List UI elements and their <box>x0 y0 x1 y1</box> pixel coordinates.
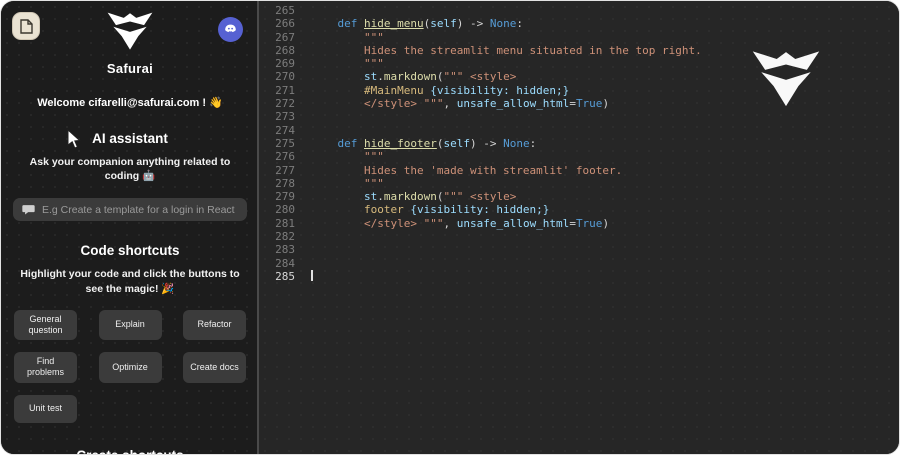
app-window: Safurai Welcome cifarelli@safurai.com ! … <box>0 0 900 455</box>
line-number[interactable]: 265 <box>265 4 295 17</box>
code-line[interactable]: 274 <box>265 124 899 137</box>
line-number[interactable]: 282 <box>265 230 295 243</box>
code-text: """ <box>311 57 384 70</box>
code-shortcuts-subtext: Highlight your code and click the button… <box>1 267 259 295</box>
shortcut-button-general-question[interactable]: General question <box>14 310 77 341</box>
prompt-input[interactable] <box>42 204 238 216</box>
code-editor[interactable]: 265266 def hide_menu(self) -> None:267 "… <box>259 1 899 454</box>
line-number[interactable]: 272 <box>265 97 295 110</box>
line-number[interactable]: 285 <box>265 270 295 283</box>
line-number[interactable]: 270 <box>265 70 295 83</box>
text-cursor <box>311 270 313 281</box>
safurai-sidebar: Safurai Welcome cifarelli@safurai.com ! … <box>1 1 259 454</box>
code-line[interactable]: 279 st.markdown(""" <style> <box>265 190 899 203</box>
shortcut-button-optimize[interactable]: Optimize <box>99 352 162 383</box>
line-number[interactable]: 267 <box>265 31 295 44</box>
code-line[interactable]: 281 </style> """, unsafe_allow_html=True… <box>265 217 899 230</box>
welcome-text: Welcome cifarelli@safurai.com ! 👋 <box>1 96 259 109</box>
code-line[interactable]: 276 """ <box>265 150 899 163</box>
code-text: Hides the 'made with streamlit' footer. <box>311 164 622 177</box>
code-text: </style> """, unsafe_allow_html=True) <box>311 97 609 110</box>
discord-icon <box>223 22 238 37</box>
prompt-input-container <box>13 198 247 221</box>
discord-button[interactable] <box>218 17 243 42</box>
line-number[interactable]: 274 <box>265 124 295 137</box>
code-line[interactable]: 282 <box>265 230 899 243</box>
line-number[interactable]: 279 <box>265 190 295 203</box>
chat-bubble-icon <box>22 204 35 216</box>
code-text: #MainMenu {visibility: hidden;} <box>311 84 569 97</box>
create-shortcuts-heading: Create shortcuts <box>1 448 259 454</box>
code-text: st.markdown(""" <style> <box>311 70 516 83</box>
line-number[interactable]: 271 <box>265 84 295 97</box>
code-line[interactable]: 283 <box>265 243 899 256</box>
code-line[interactable]: 277 Hides the 'made with streamlit' foot… <box>265 164 899 177</box>
code-line[interactable]: 275 def hide_footer(self) -> None: <box>265 137 899 150</box>
code-line[interactable]: 284 <box>265 257 899 270</box>
line-number[interactable]: 277 <box>265 164 295 177</box>
shortcut-button-explain[interactable]: Explain <box>99 310 162 341</box>
code-shortcuts-heading: Code shortcuts <box>1 243 259 258</box>
line-number[interactable]: 278 <box>265 177 295 190</box>
file-shortcut-button[interactable] <box>12 12 40 40</box>
code-text: </style> """, unsafe_allow_html=True) <box>311 217 609 230</box>
line-number[interactable]: 275 <box>265 137 295 150</box>
shortcut-button-create-docs[interactable]: Create docs <box>183 352 246 383</box>
line-number[interactable]: 276 <box>265 150 295 163</box>
code-lines: 265266 def hide_menu(self) -> None:267 "… <box>265 4 899 283</box>
code-text: Hides the streamlit menu situated in the… <box>311 44 702 57</box>
line-number[interactable]: 268 <box>265 44 295 57</box>
line-number[interactable]: 280 <box>265 203 295 216</box>
code-line[interactable]: 267 """ <box>265 31 899 44</box>
code-text: st.markdown(""" <style> <box>311 190 516 203</box>
ai-assistant-heading: AI assistant <box>1 131 259 146</box>
line-number[interactable]: 283 <box>265 243 295 256</box>
shortcut-button-refactor[interactable]: Refactor <box>183 310 246 341</box>
line-number[interactable]: 269 <box>265 57 295 70</box>
line-number[interactable]: 273 <box>265 110 295 123</box>
logo-title: Safurai <box>1 61 259 76</box>
shortcut-grid: General question Explain Refactor Find prob… <box>14 310 246 423</box>
code-text: def hide_menu(self) -> None: <box>311 17 523 30</box>
line-number[interactable]: 266 <box>265 17 295 30</box>
safurai-watermark-logo <box>747 49 825 120</box>
code-line[interactable]: 278 """ <box>265 177 899 190</box>
code-text: """ <box>311 177 384 190</box>
ai-assistant-subtext: Ask your companion anything related to c… <box>1 155 259 183</box>
code-line[interactable]: 280 footer {visibility: hidden;} <box>265 203 899 216</box>
code-text: """ <box>311 31 384 44</box>
line-number[interactable]: 281 <box>265 217 295 230</box>
code-line[interactable]: 285 <box>265 270 899 283</box>
code-text: """ <box>311 150 384 163</box>
document-icon <box>20 19 33 34</box>
code-line[interactable]: 266 def hide_menu(self) -> None: <box>265 17 899 30</box>
code-text: footer {visibility: hidden;} <box>311 203 549 216</box>
line-number[interactable]: 284 <box>265 257 295 270</box>
code-line[interactable]: 265 <box>265 4 899 17</box>
shortcut-button-unit-test[interactable]: Unit test <box>14 395 77 423</box>
shortcut-button-find-problems[interactable]: Find problems <box>14 352 77 383</box>
code-text <box>311 270 313 283</box>
code-text: def hide_footer(self) -> None: <box>311 137 536 150</box>
